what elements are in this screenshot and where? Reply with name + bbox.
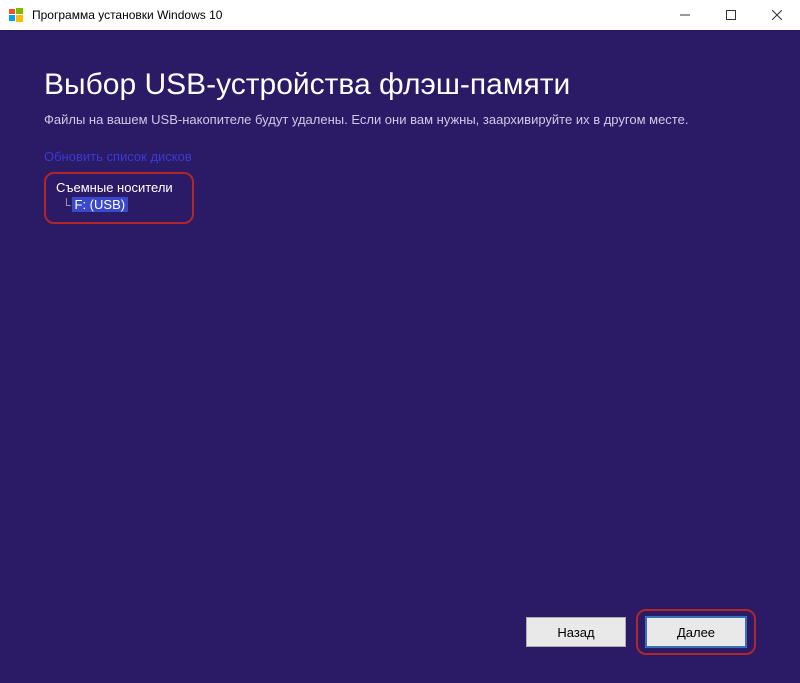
next-button[interactable]: Далее	[646, 617, 746, 647]
maximize-button[interactable]	[708, 0, 754, 30]
back-button[interactable]: Назад	[526, 617, 626, 647]
content-area: Выбор USB-устройства флэш-памяти Файлы н…	[0, 30, 800, 683]
tree-connector-icon: └	[62, 198, 71, 212]
installer-window: Программа установки Windows 10 Выбор USB…	[0, 0, 800, 683]
tree-item-selected[interactable]: F: (USB)	[72, 197, 129, 212]
window-title: Программа установки Windows 10	[32, 8, 222, 22]
tree-root-label: Съемные носители	[56, 180, 182, 195]
footer-buttons: Назад Далее	[44, 609, 756, 663]
minimize-button[interactable]	[662, 0, 708, 30]
drive-tree-highlight: Съемные носители └ F: (USB)	[44, 172, 194, 224]
page-subtext: Файлы на вашем USB-накопителе будут удал…	[44, 112, 756, 127]
close-button[interactable]	[754, 0, 800, 30]
next-button-highlight: Далее	[636, 609, 756, 655]
window-controls	[662, 0, 800, 30]
tree-item-row[interactable]: └ F: (USB)	[56, 197, 182, 212]
page-heading: Выбор USB-устройства флэш-памяти	[44, 68, 756, 102]
titlebar: Программа установки Windows 10	[0, 0, 800, 30]
refresh-drives-link[interactable]: Обновить список дисков	[44, 149, 756, 164]
app-icon	[8, 7, 24, 23]
